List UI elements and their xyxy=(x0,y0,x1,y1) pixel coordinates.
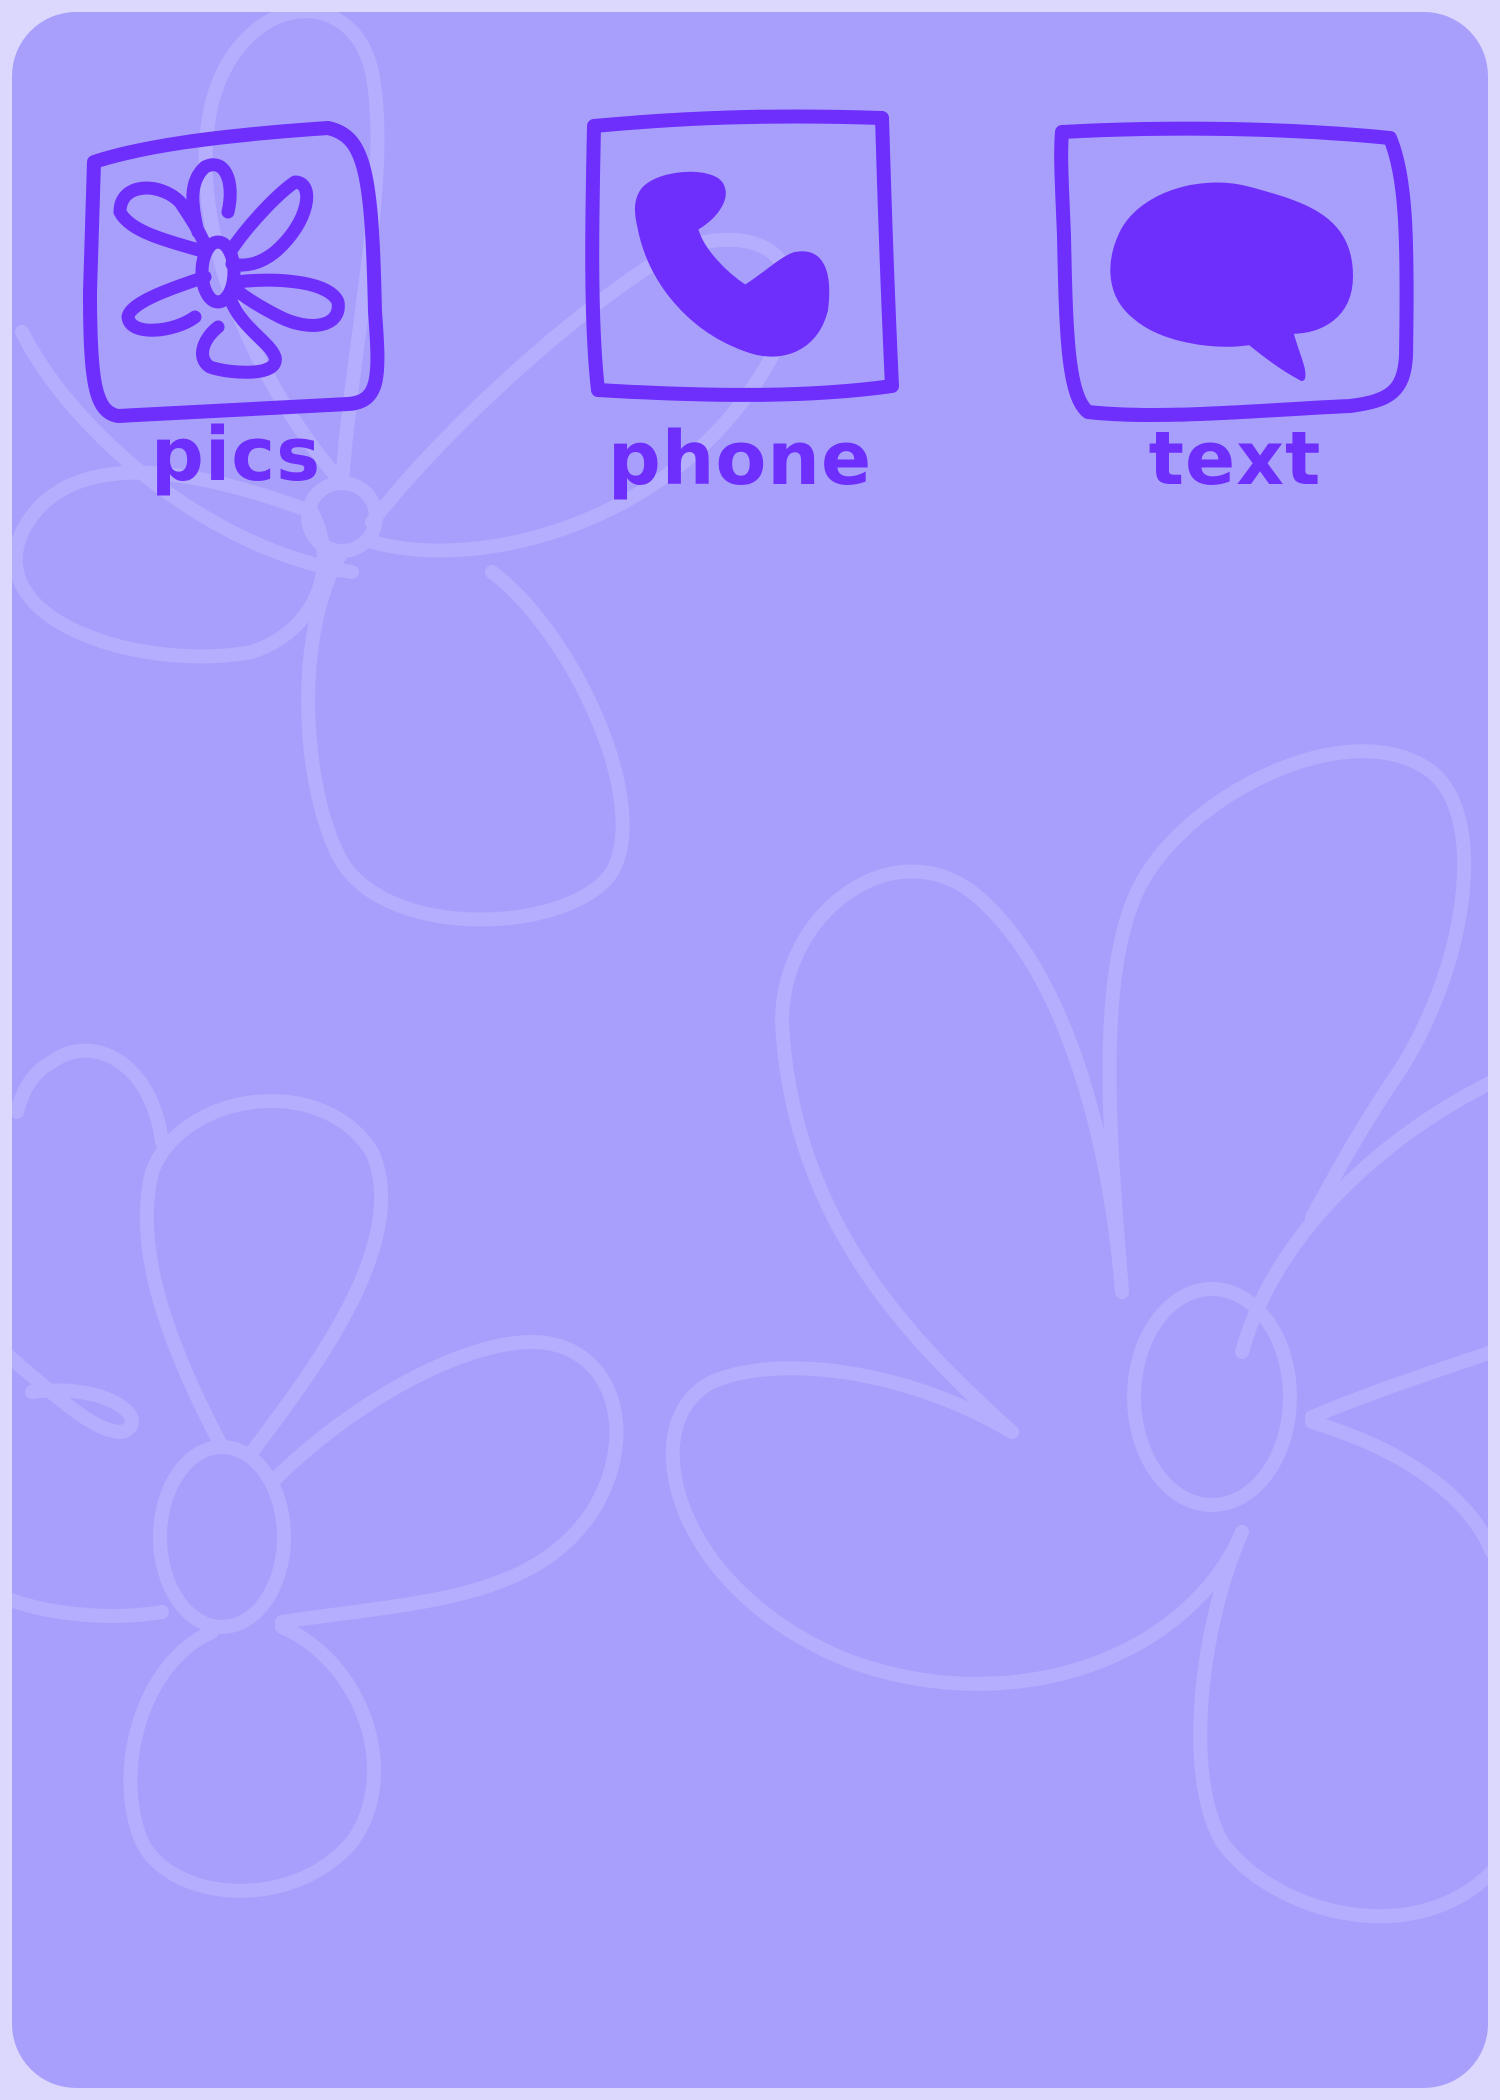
speech-bubble-icon xyxy=(1110,182,1353,381)
phone-icon-frame xyxy=(585,109,899,402)
app-pics[interactable]: pics xyxy=(80,112,392,512)
phone-app-icon[interactable] xyxy=(580,100,900,410)
app-label-phone[interactable]: phone xyxy=(580,416,900,502)
home-screen: pics phone text xyxy=(12,12,1488,2088)
phone-handset-icon xyxy=(634,171,830,357)
app-phone[interactable]: phone xyxy=(580,100,900,520)
text-app-icon[interactable] xyxy=(1050,116,1420,426)
pics-app-icon[interactable] xyxy=(80,112,392,423)
app-text[interactable]: text xyxy=(1050,116,1420,526)
wallpaper-flower-right xyxy=(665,744,1488,1924)
app-label-text[interactable]: text xyxy=(1050,416,1420,502)
wallpaper-flower-left xyxy=(12,1043,624,1898)
app-label-pics[interactable]: pics xyxy=(80,412,392,498)
flower-icon xyxy=(113,158,345,379)
